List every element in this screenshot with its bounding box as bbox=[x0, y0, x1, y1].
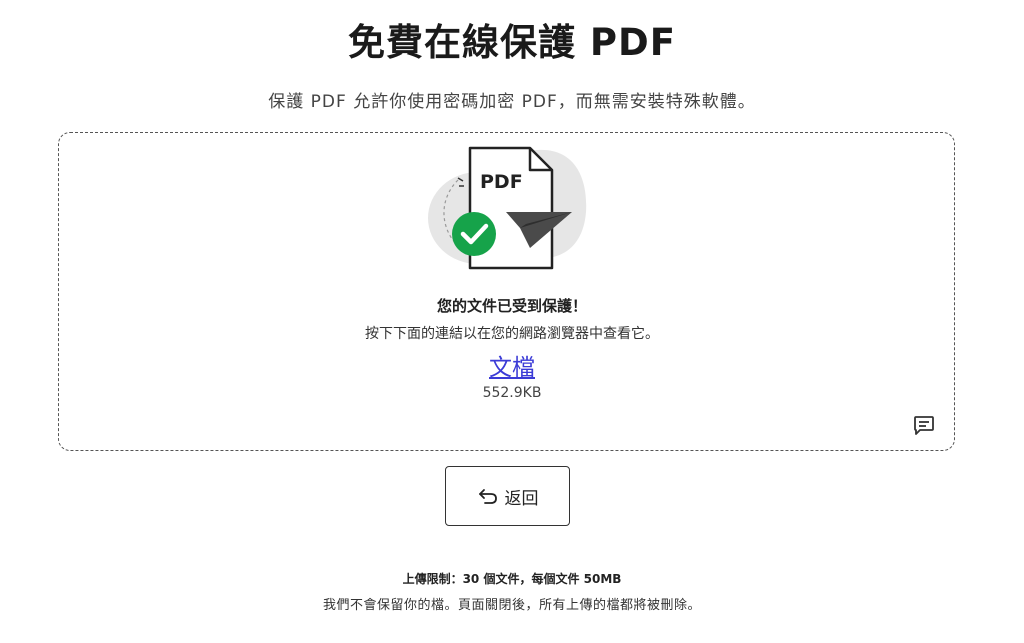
protected-pdf-illustration: PDF bbox=[428, 146, 587, 270]
illustration-pdf-label: PDF bbox=[480, 171, 523, 193]
page-title: 免費在線保護 PDF bbox=[348, 21, 676, 64]
back-button[interactable]: 返回 bbox=[445, 466, 570, 526]
undo-arrow-icon bbox=[478, 489, 497, 504]
file-link-row: 文檔 bbox=[0, 348, 1024, 382]
privacy-notice: 我們不會保留你的檔。頁面關閉後，所有上傳的檔都將被刪除。 bbox=[322, 598, 701, 613]
back-button-label: 返回 bbox=[504, 488, 539, 509]
file-size: 552.9KB bbox=[482, 385, 542, 401]
success-description: 按下下面的連結以在您的網路瀏覽器中查看它。 bbox=[365, 326, 659, 342]
page-subtitle: 保護 PDF 允許你使用密碼加密 PDF，而無需安裝特殊軟體。 bbox=[268, 92, 756, 112]
comment-icon[interactable] bbox=[913, 415, 935, 435]
check-circle-icon bbox=[452, 212, 496, 256]
success-title: 您的文件已受到保護！ bbox=[436, 297, 587, 315]
file-download-link[interactable]: 文檔 bbox=[489, 355, 535, 381]
upload-limit-text: 上傳限制：30 個文件，每個文件 50MB bbox=[402, 572, 622, 586]
page: 免費在線保護 PDF 保護 PDF 允許你使用密碼加密 PDF，而無需安裝特殊軟… bbox=[0, 0, 1024, 643]
